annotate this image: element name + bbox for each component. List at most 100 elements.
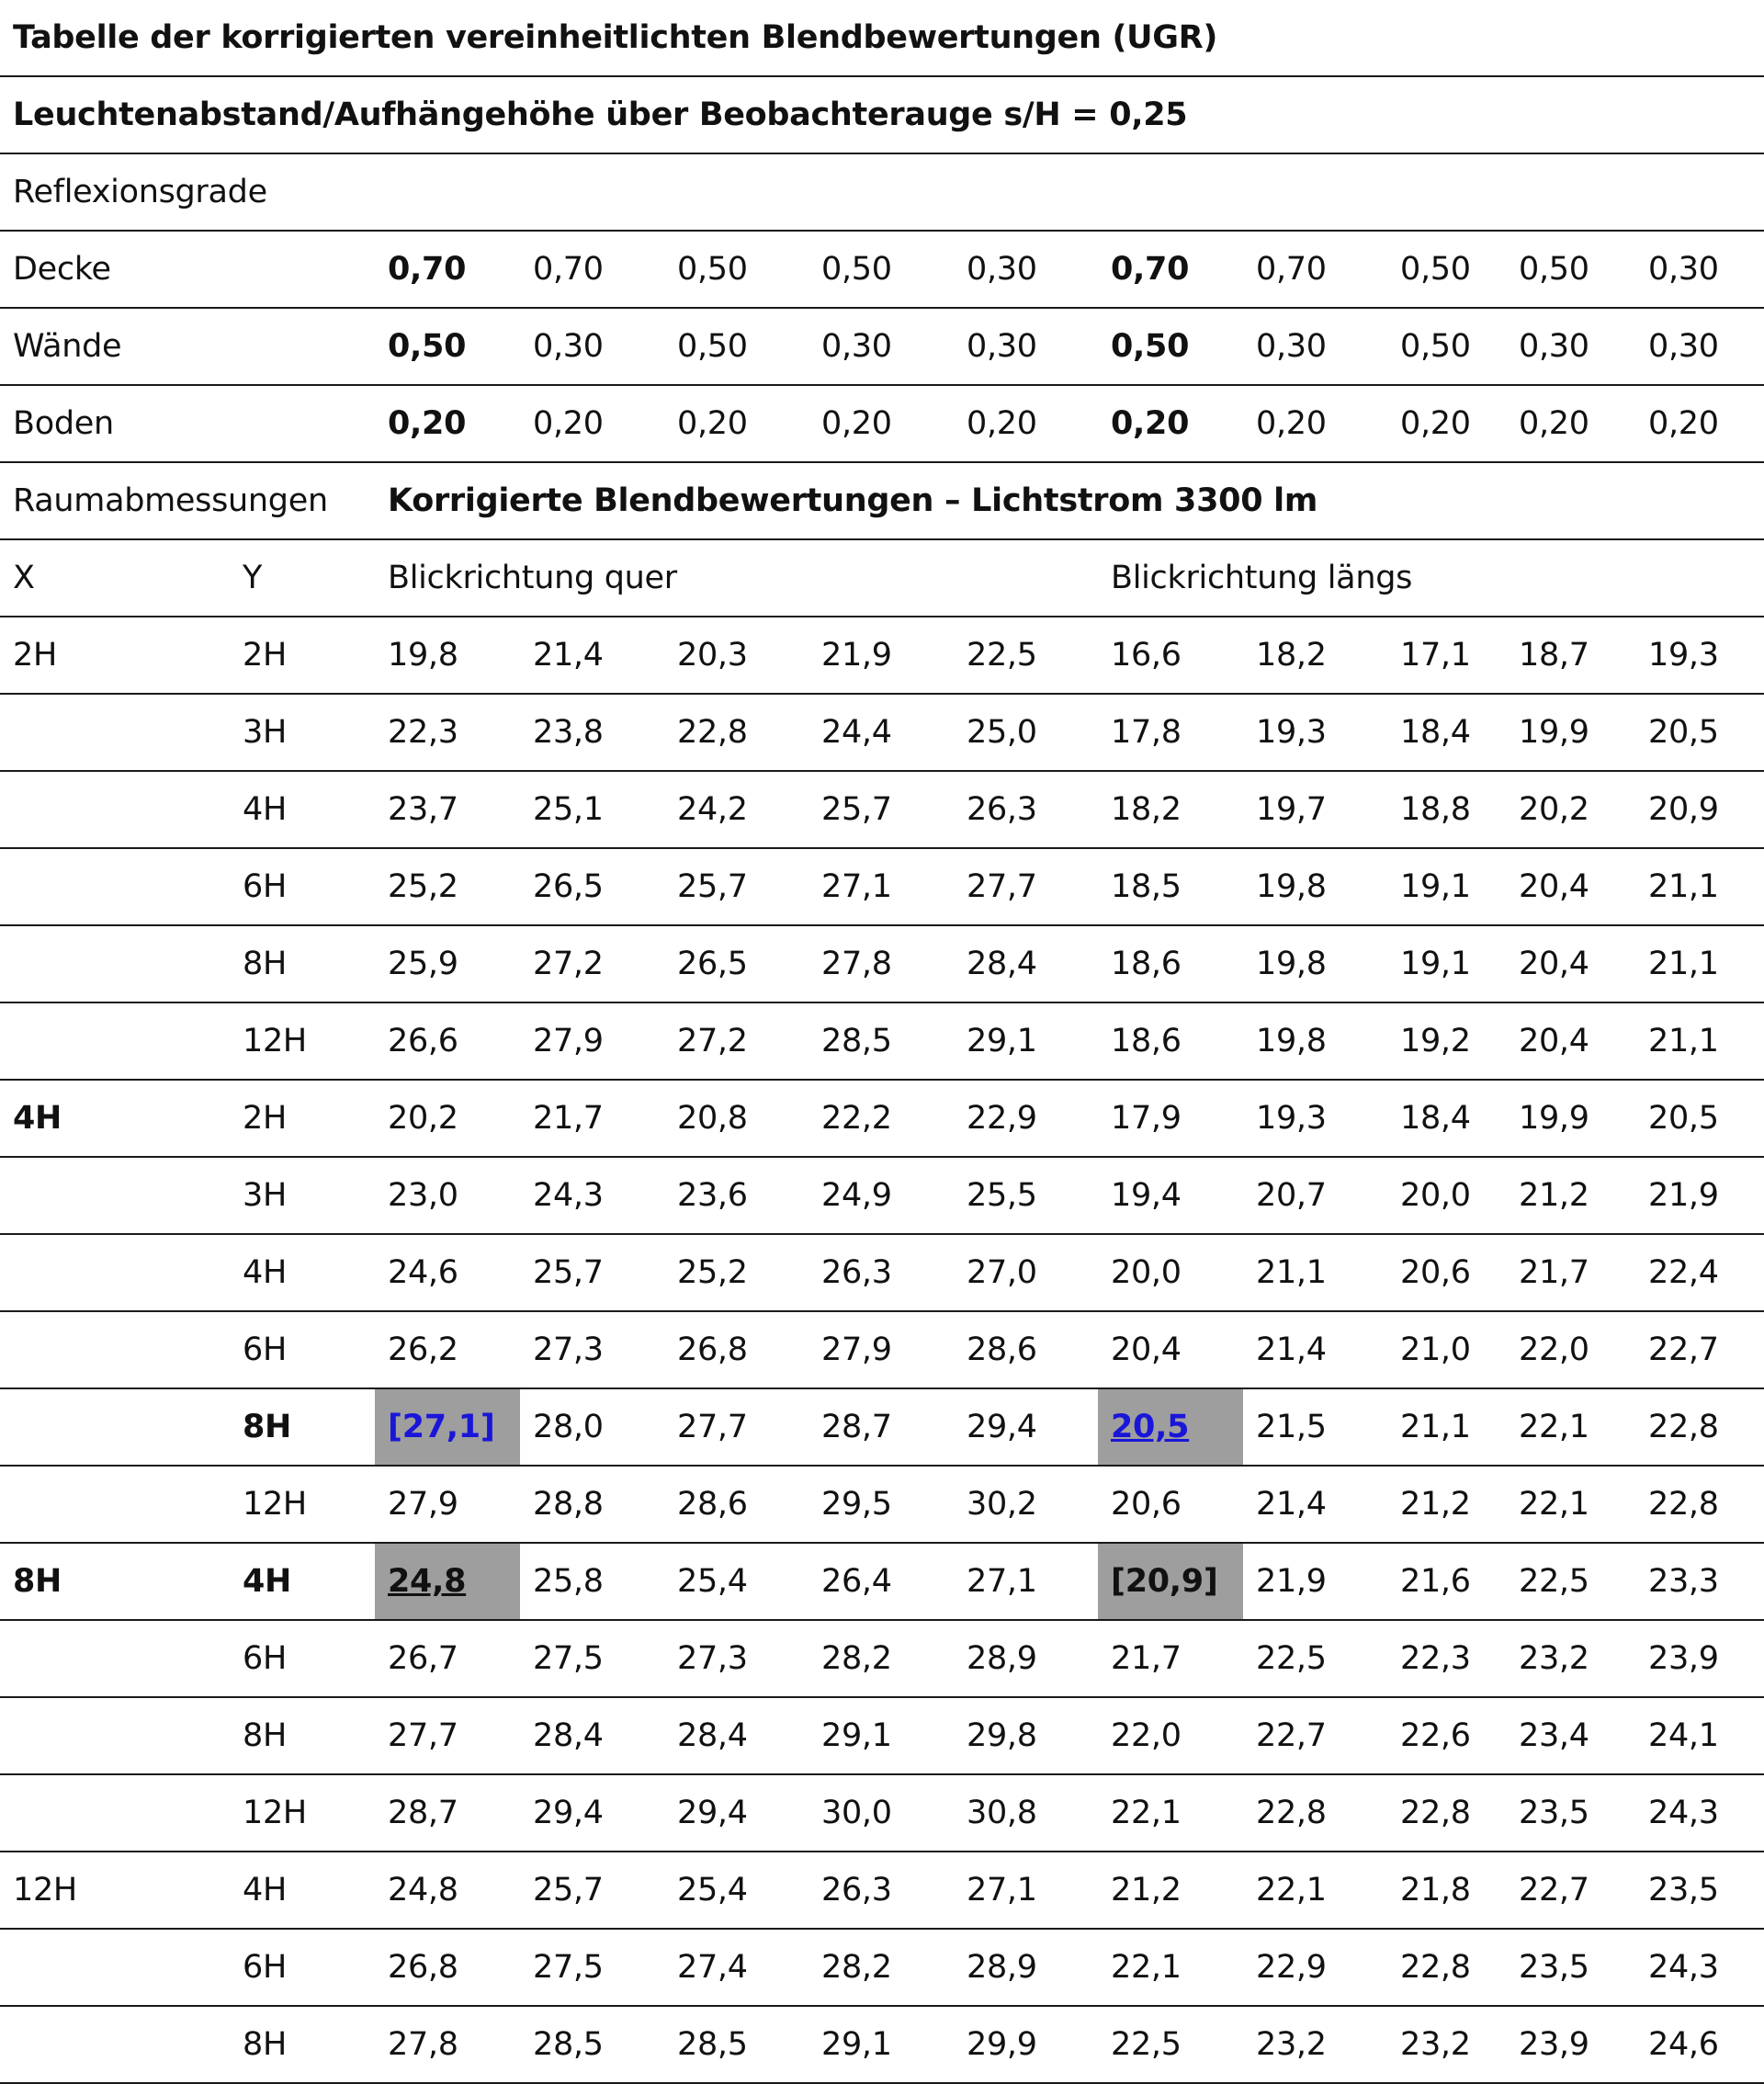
- ugr-value: 25,7: [808, 771, 954, 849]
- reflection-row-label: Decke: [0, 231, 375, 309]
- table-title: Tabelle der korrigierten vereinheitlicht…: [0, 0, 1764, 77]
- table-row: 12H 4H 24,8 25,7 25,4 26,3 27,1 21,2 22,1 21,8 22,…: [0, 1852, 1764, 1930]
- ugr-value: 22,0: [1098, 1697, 1243, 1775]
- ugr-value: 28,9: [954, 1620, 1098, 1698]
- x-value: [0, 2006, 230, 2084]
- ugr-value: 27,9: [375, 1466, 520, 1544]
- reflection-value: 0,50: [1506, 231, 1635, 309]
- ugr-value: 28,5: [520, 2006, 664, 2084]
- ugr-value: 22,3: [375, 694, 520, 772]
- x-value: [0, 1157, 230, 1235]
- ugr-value: 23,5: [1506, 1774, 1635, 1852]
- ugr-value: 21,9: [1635, 1157, 1764, 1235]
- reflection-value: 0,50: [1098, 308, 1243, 386]
- ugr-value: 21,6: [1387, 1543, 1506, 1621]
- ugr-value: 23,9: [1635, 1620, 1764, 1698]
- ugr-value: 30,2: [954, 1466, 1098, 1544]
- ugr-value: 27,8: [375, 2006, 520, 2084]
- x-value: [0, 1929, 230, 2007]
- ugr-value: 24,6: [375, 1234, 520, 1312]
- axis-header-row: X Y Blickrichtung quer Blickrichtung längs: [0, 539, 1764, 617]
- table-row: 3H 22,3 23,8 22,8 24,4 25,0 17,8 19,3 18,4 19,9 20…: [0, 694, 1764, 772]
- table-row: 8H 27,7 28,4 28,4 29,1 29,8 22,0 22,7 22,6 23,4 24…: [0, 1697, 1764, 1775]
- ugr-value: 20,4: [1506, 1002, 1635, 1081]
- ugr-value: 28,6: [954, 1311, 1098, 1389]
- ugr-value: 25,4: [664, 1852, 808, 1930]
- ugr-value: 16,6: [1098, 617, 1243, 695]
- table-title-row: Tabelle der korrigierten vereinheitlicht…: [0, 0, 1764, 77]
- reflection-value: 0,30: [1635, 231, 1764, 309]
- x-value: [0, 1774, 230, 1852]
- ugr-value: 20,8: [664, 1080, 808, 1158]
- spacing-ratio-row: Leuchtenabstand/Aufhängehöhe über Beobac…: [0, 76, 1764, 154]
- y-value: 3H: [230, 694, 375, 772]
- ugr-value: 27,5: [520, 1929, 664, 2007]
- ugr-value-highlighted: 20,5: [1098, 1388, 1243, 1467]
- reflection-value: 0,30: [808, 308, 954, 386]
- ugr-value: 27,1: [954, 1543, 1098, 1621]
- y-value: 6H: [230, 1929, 375, 2007]
- ugr-value: 23,6: [664, 1157, 808, 1235]
- ugr-value: 25,1: [520, 771, 664, 849]
- ugr-value: 25,4: [664, 1543, 808, 1621]
- x-value: 12H: [0, 1852, 230, 1930]
- reflection-value: 0,20: [520, 385, 664, 463]
- y-value: 4H: [230, 1852, 375, 1930]
- ugr-value: 22,5: [1506, 1543, 1635, 1621]
- reflection-label: Reflexionsgrade: [0, 153, 1764, 232]
- ugr-value: 19,4: [1098, 1157, 1243, 1235]
- ugr-value: 28,8: [520, 1466, 664, 1544]
- ugr-value: 22,8: [1635, 1388, 1764, 1467]
- reflection-value: 0,20: [1635, 385, 1764, 463]
- ugr-value: 21,5: [1243, 1388, 1387, 1467]
- ugr-value: 25,7: [520, 1234, 664, 1312]
- x-value: [0, 925, 230, 1003]
- ugr-value: 21,1: [1243, 1234, 1387, 1312]
- ugr-value: 22,1: [1098, 1774, 1243, 1852]
- ugr-value: 25,5: [954, 1157, 1098, 1235]
- ugr-value: 21,2: [1506, 1157, 1635, 1235]
- ugr-value: 28,5: [808, 1002, 954, 1081]
- ugr-value: 19,3: [1635, 617, 1764, 695]
- ugr-value-highlighted: [20,9]: [1098, 1543, 1243, 1621]
- ugr-value: 17,1: [1387, 617, 1506, 695]
- ugr-value: 27,5: [520, 1620, 664, 1698]
- ugr-value: 20,9: [1635, 771, 1764, 849]
- reflection-value: 0,70: [520, 231, 664, 309]
- ugr-value: 25,7: [520, 1852, 664, 1930]
- ugr-value: 29,5: [808, 1466, 954, 1544]
- ugr-value: 23,3: [1635, 1543, 1764, 1621]
- ugr-value: 23,2: [1506, 1620, 1635, 1698]
- ugr-value: 28,4: [520, 1697, 664, 1775]
- ugr-value: 27,4: [664, 1929, 808, 2007]
- ugr-value: 22,8: [1387, 1774, 1506, 1852]
- ugr-value: 24,4: [808, 694, 954, 772]
- table-row: 6H 26,2 27,3 26,8 27,9 28,6 20,4 21,4 21,0 22,0 22…: [0, 1311, 1764, 1389]
- ugr-value: 24,6: [1635, 2006, 1764, 2084]
- ugr-value: 28,5: [664, 2006, 808, 2084]
- ugr-value: 23,5: [1635, 1852, 1764, 1930]
- ugr-value: 27,8: [808, 925, 954, 1003]
- ugr-value: 27,1: [954, 1852, 1098, 1930]
- x-value: 4H: [0, 1080, 230, 1158]
- reflection-value: 0,30: [1243, 308, 1387, 386]
- ugr-value: 22,8: [1387, 1929, 1506, 2007]
- ugr-value: 29,4: [520, 1774, 664, 1852]
- ugr-value: 20,6: [1387, 1234, 1506, 1312]
- x-value: [0, 771, 230, 849]
- ugr-value: 20,0: [1387, 1157, 1506, 1235]
- ugr-value: 21,9: [808, 617, 954, 695]
- y-value: 4H: [230, 771, 375, 849]
- ugr-value: 22,8: [664, 694, 808, 772]
- ugr-value: 24,3: [520, 1157, 664, 1235]
- ugr-value: 27,0: [954, 1234, 1098, 1312]
- ugr-value: 18,8: [1387, 771, 1506, 849]
- reflection-value: 0,20: [1243, 385, 1387, 463]
- ugr-value: 20,4: [1506, 848, 1635, 926]
- ugr-value: 18,4: [1387, 1080, 1506, 1158]
- y-value: 12H: [230, 1466, 375, 1544]
- x-value: [0, 1466, 230, 1544]
- ugr-value: 21,1: [1635, 925, 1764, 1003]
- ugr-value: 24,3: [1635, 1774, 1764, 1852]
- reflection-value: 0,20: [808, 385, 954, 463]
